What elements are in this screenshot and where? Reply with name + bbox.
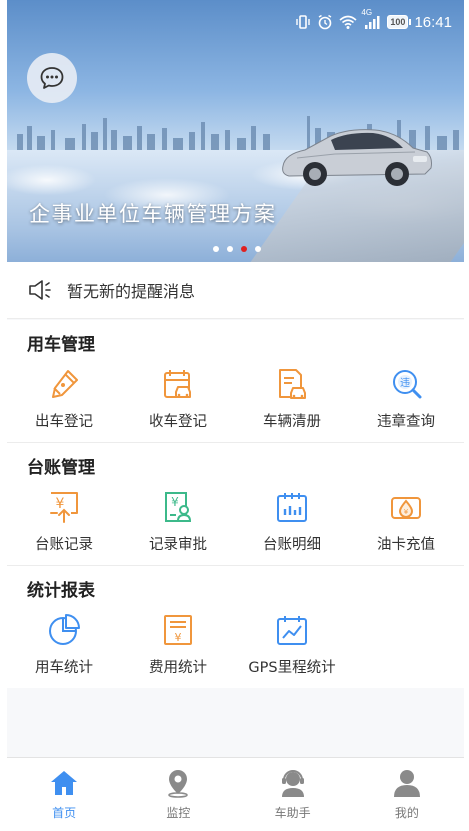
- carousel-dot[interactable]: [213, 246, 219, 252]
- menu-item-record-approval[interactable]: ¥ 记录审批: [121, 487, 235, 565]
- svg-text:违: 违: [400, 377, 410, 389]
- wifi-icon: [339, 14, 357, 30]
- line-chart-icon: [277, 616, 307, 645]
- menu-item-label: 记录审批: [149, 537, 207, 553]
- menu-item-label: 台账明细: [263, 537, 321, 553]
- svg-text:¥: ¥: [175, 631, 182, 644]
- status-time: 16:41: [414, 13, 452, 31]
- yen-list-icon: ¥: [164, 615, 192, 645]
- menu-item-cost-stats[interactable]: ¥ 费用统计: [121, 610, 235, 688]
- section-title: 统计报表: [27, 580, 95, 601]
- chat-bubble-icon: [40, 67, 64, 89]
- section-ledger: 台账管理 ¥ 台账记录 ¥ 记录审批 台账明细 ¥ 油卡充值: [7, 443, 464, 565]
- menu-item-dispatch-register[interactable]: 出车登记: [7, 364, 121, 442]
- tab-label: 我的: [394, 806, 419, 820]
- signal-icon: 4G: [361, 8, 381, 30]
- battery-level: 100: [390, 17, 406, 27]
- menu-item-label: 台账记录: [35, 537, 93, 553]
- section-title: 用车管理: [27, 334, 95, 355]
- menu-item-return-register[interactable]: 收车登记: [121, 364, 235, 442]
- yen-upload-icon: ¥: [50, 492, 78, 523]
- status-bar: 4G 100 16:41: [7, 0, 464, 44]
- notice-text: 暂无新的提醒消息: [67, 282, 196, 301]
- menu-item-ledger-record[interactable]: ¥ 台账记录: [7, 487, 121, 565]
- section-reports: 统计报表 用车统计 ¥ 费用统计 GPS里程统计: [7, 566, 464, 688]
- phone-screen: 4G 100 16:41 企事业单位车辆管理方案 暂无新的提醒消息 用车管理 出…: [7, 0, 464, 831]
- tab-monitor[interactable]: 监控: [121, 758, 235, 831]
- tab-label: 首页: [52, 806, 77, 820]
- car-calendar-icon: [164, 370, 191, 398]
- menu-item-label: 违章查询: [377, 414, 435, 430]
- menu-item-usage-stats[interactable]: 用车统计: [7, 610, 121, 688]
- menu-item-label: GPS里程统计: [248, 660, 336, 676]
- menu-item-label: 收车登记: [149, 414, 207, 430]
- menu-item-vehicle-list[interactable]: 车辆清册: [235, 364, 349, 442]
- carousel-dot[interactable]: [255, 246, 261, 252]
- pen-icon: [52, 370, 78, 398]
- tab-car-assistant[interactable]: 车助手: [236, 758, 350, 831]
- home-icon: [51, 771, 78, 795]
- bar-calendar-icon: [277, 493, 307, 522]
- menu-item-label: 油卡充值: [377, 537, 435, 553]
- approval-icon: ¥: [165, 492, 192, 522]
- message-button[interactable]: [27, 53, 77, 103]
- menu-item-label: 用车统计: [35, 660, 93, 676]
- tab-home[interactable]: 首页: [7, 758, 121, 831]
- svg-text:¥: ¥: [171, 495, 179, 509]
- svg-text:¥: ¥: [404, 508, 409, 516]
- menu-item-fuel-card-topup[interactable]: ¥ 油卡充值: [349, 487, 463, 565]
- speaker-icon: [29, 280, 51, 300]
- alarm-icon: [317, 14, 333, 30]
- notification-bar[interactable]: 暂无新的提醒消息: [7, 262, 464, 319]
- pie-chart-icon: [49, 614, 80, 645]
- tab-label: 车助手: [274, 806, 311, 820]
- location-pin-icon: [168, 770, 189, 798]
- violation-search-icon: 违: [393, 370, 422, 399]
- section-title: 台账管理: [27, 457, 95, 478]
- banner-carousel[interactable]: 4G 100 16:41 企事业单位车辆管理方案: [7, 0, 464, 262]
- tab-label: 监控: [166, 806, 191, 820]
- carousel-indicator: [213, 246, 261, 252]
- tab-profile[interactable]: 我的: [350, 758, 464, 831]
- user-icon: [393, 770, 420, 797]
- carousel-dot[interactable]: [227, 246, 233, 252]
- vibrate-icon: [295, 14, 311, 30]
- sedan-car-image: [282, 129, 432, 186]
- menu-item-label: 费用统计: [149, 660, 207, 676]
- menu-item-ledger-detail[interactable]: 台账明细: [235, 487, 349, 565]
- menu-item-violation-query[interactable]: 违 违章查询: [349, 364, 463, 442]
- fuel-card-icon: ¥: [391, 497, 421, 519]
- section-vehicle-use: 用车管理 出车登记 收车登记 车辆清册 违 违章查询: [7, 320, 464, 442]
- carousel-dot-active[interactable]: [241, 246, 247, 252]
- menu-item-label: 车辆清册: [263, 414, 321, 430]
- network-type: 4G: [361, 8, 373, 17]
- menu-item-gps-mileage-stats[interactable]: GPS里程统计: [235, 610, 349, 688]
- bottom-tab-bar: 首页 监控 车助手 我的: [7, 757, 464, 831]
- car-document-icon: [279, 369, 306, 399]
- assistant-icon: [281, 770, 304, 797]
- banner-title: 企事业单位车辆管理方案: [29, 202, 277, 226]
- battery-icon: 100: [387, 15, 412, 29]
- menu-item-label: 出车登记: [35, 414, 93, 430]
